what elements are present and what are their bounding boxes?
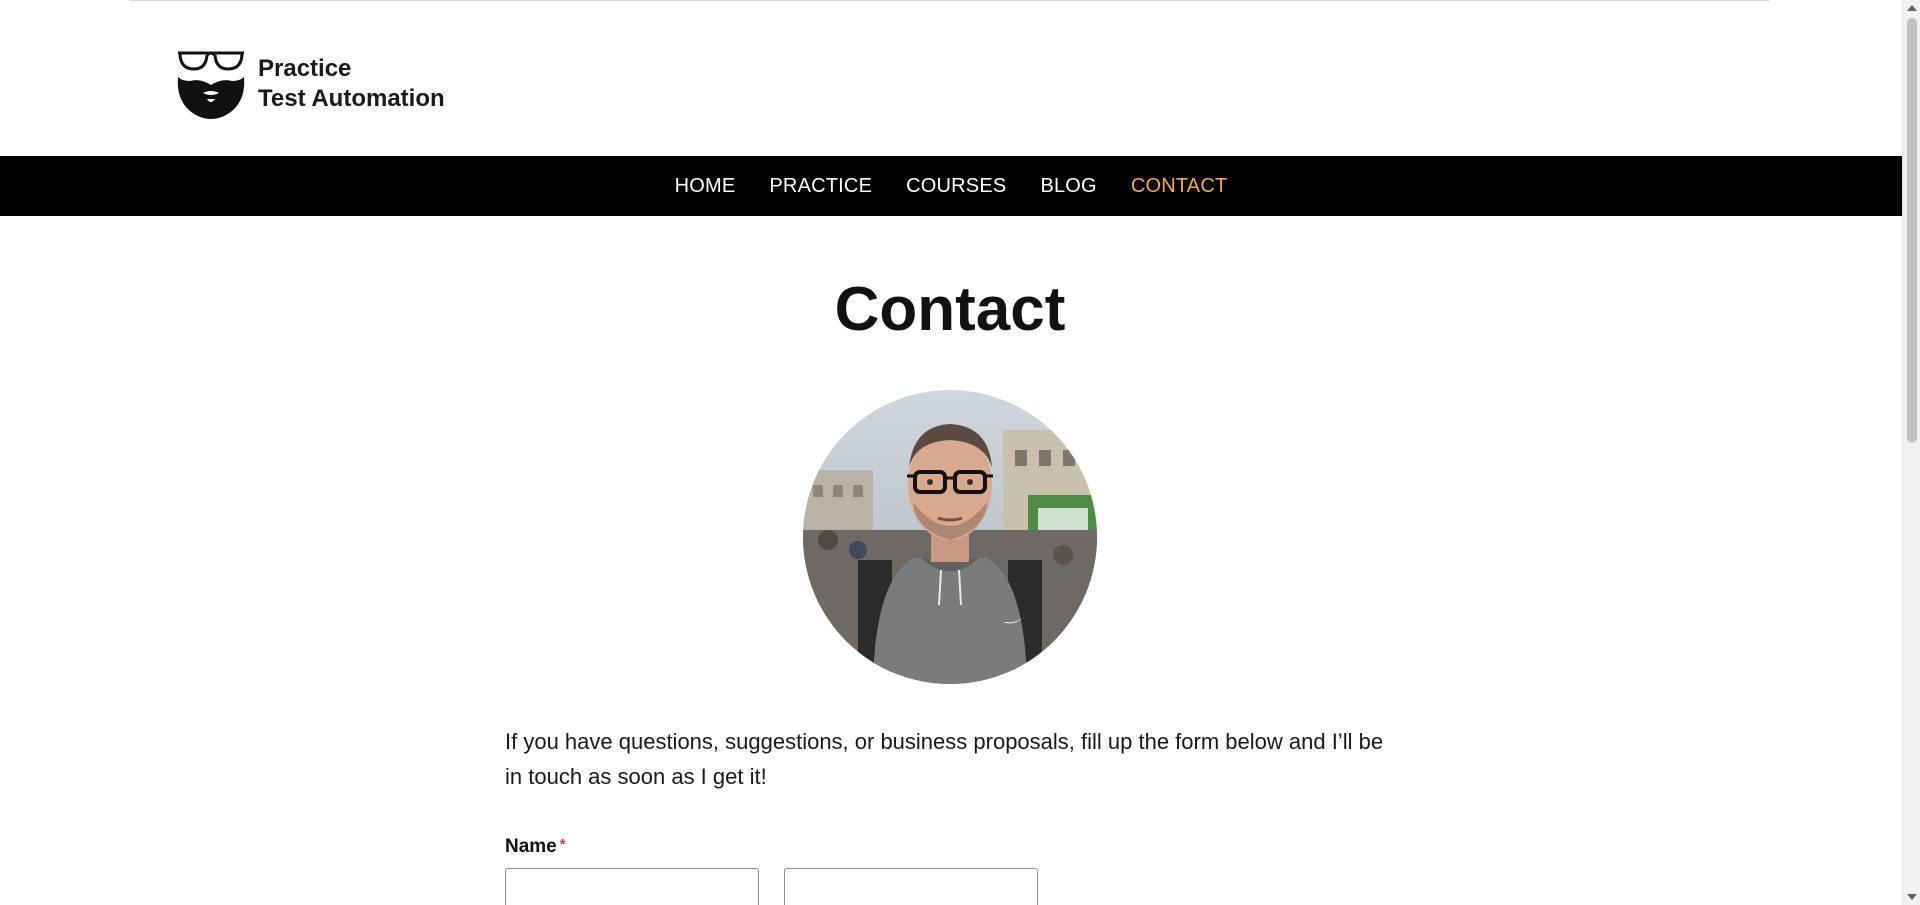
site-logo-link[interactable]: Practice Test Automation: [176, 47, 445, 121]
name-field-label: Name *: [505, 836, 1395, 858]
site-title: Practice Test Automation: [258, 54, 445, 114]
page: Practice Test Automation HOME PRACTICE C…: [0, 0, 1902, 905]
required-marker: *: [559, 836, 566, 853]
vertical-scrollbar[interactable]: [1902, 0, 1920, 905]
nav-home[interactable]: HOME: [675, 175, 736, 198]
scroll-up-arrow-icon[interactable]: [1907, 5, 1917, 11]
main-navigation: HOME PRACTICE COURSES BLOG CONTACT: [0, 156, 1902, 216]
site-header: Practice Test Automation: [0, 1, 1902, 156]
site-title-line1: Practice: [258, 55, 352, 82]
intro-text: If you have questions, suggestions, or b…: [505, 729, 1384, 789]
main-content: Contact If you have questions, suggestio…: [505, 216, 1395, 905]
last-name-input[interactable]: [784, 868, 1038, 905]
first-name-input[interactable]: [505, 868, 759, 905]
profile-photo: [803, 390, 1097, 684]
nav-practice[interactable]: PRACTICE: [769, 175, 872, 198]
scroll-down-arrow-icon[interactable]: [1907, 894, 1917, 900]
scrollbar-thumb[interactable]: [1907, 18, 1917, 443]
name-label-text: Name: [505, 836, 557, 857]
name-field-row: [505, 868, 1395, 905]
glasses-beard-icon: [177, 51, 245, 119]
nav-contact[interactable]: CONTACT: [1131, 175, 1228, 198]
nav-blog[interactable]: BLOG: [1040, 175, 1096, 198]
site-title-line2: Test Automation: [258, 85, 445, 112]
page-title: Contact: [834, 275, 1066, 344]
nav-courses[interactable]: COURSES: [906, 175, 1006, 198]
